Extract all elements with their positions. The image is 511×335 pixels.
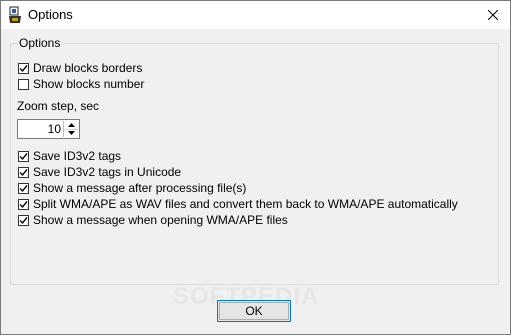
app-icon [7, 6, 23, 24]
split-wma-ape-checkbox[interactable]: Split WMA/APE as WAV files and convert t… [18, 196, 458, 212]
checkbox-box[interactable] [18, 62, 29, 74]
check-icon [19, 216, 28, 224]
show-blocks-number-checkbox[interactable]: Show blocks number [18, 76, 144, 92]
checkbox-box[interactable] [18, 166, 29, 178]
show-message-after-processing-checkbox[interactable]: Show a message after processing file(s) [18, 180, 246, 196]
checkbox-box[interactable] [18, 182, 29, 194]
checkbox-box[interactable] [18, 214, 29, 226]
zoom-step-label: Zoom step, sec [17, 99, 100, 113]
check-icon [19, 64, 28, 72]
close-button[interactable] [476, 1, 510, 29]
save-id3v2-unicode-checkbox[interactable]: Save ID3v2 tags in Unicode [18, 164, 181, 180]
save-id3v2-tags-checkbox[interactable]: Save ID3v2 tags [18, 148, 121, 164]
checkbox-label: Split WMA/APE as WAV files and convert t… [33, 197, 458, 211]
checkbox-label: Show blocks number [33, 77, 145, 91]
title-bar: Options [1, 1, 510, 29]
options-group-title: Options [17, 36, 63, 50]
check-icon [19, 168, 28, 176]
checkbox-box[interactable] [18, 198, 29, 210]
checkbox-label: Save ID3v2 tags [33, 149, 122, 163]
check-icon [19, 152, 28, 160]
zoom-step-value[interactable]: 10 [48, 122, 61, 136]
options-dialog: Options Options Draw blocks borders Show… [0, 0, 511, 335]
zoom-step-spinner[interactable]: 10 [17, 119, 80, 139]
show-message-opening-wma-ape-checkbox[interactable]: Show a message when opening WMA/APE file… [18, 212, 288, 228]
check-icon [19, 184, 28, 192]
draw-blocks-borders-checkbox[interactable]: Draw blocks borders [18, 60, 142, 76]
window-title: Options [28, 7, 73, 22]
checkbox-label: Save ID3v2 tags in Unicode [33, 165, 182, 179]
arrow-down-icon [67, 131, 75, 135]
checkbox-box[interactable] [18, 78, 29, 90]
checkbox-label: Draw blocks borders [33, 61, 143, 75]
spin-down-button[interactable] [64, 129, 78, 137]
close-icon [488, 10, 498, 20]
check-icon [19, 200, 28, 208]
checkbox-label: Show a message when opening WMA/APE file… [33, 213, 288, 227]
ok-button[interactable]: OK [217, 300, 291, 322]
checkbox-box[interactable] [18, 150, 29, 162]
checkbox-label: Show a message after processing file(s) [33, 181, 247, 195]
arrow-up-icon [67, 123, 75, 127]
ok-button-label: OK [245, 304, 263, 318]
spin-buttons [63, 121, 78, 137]
